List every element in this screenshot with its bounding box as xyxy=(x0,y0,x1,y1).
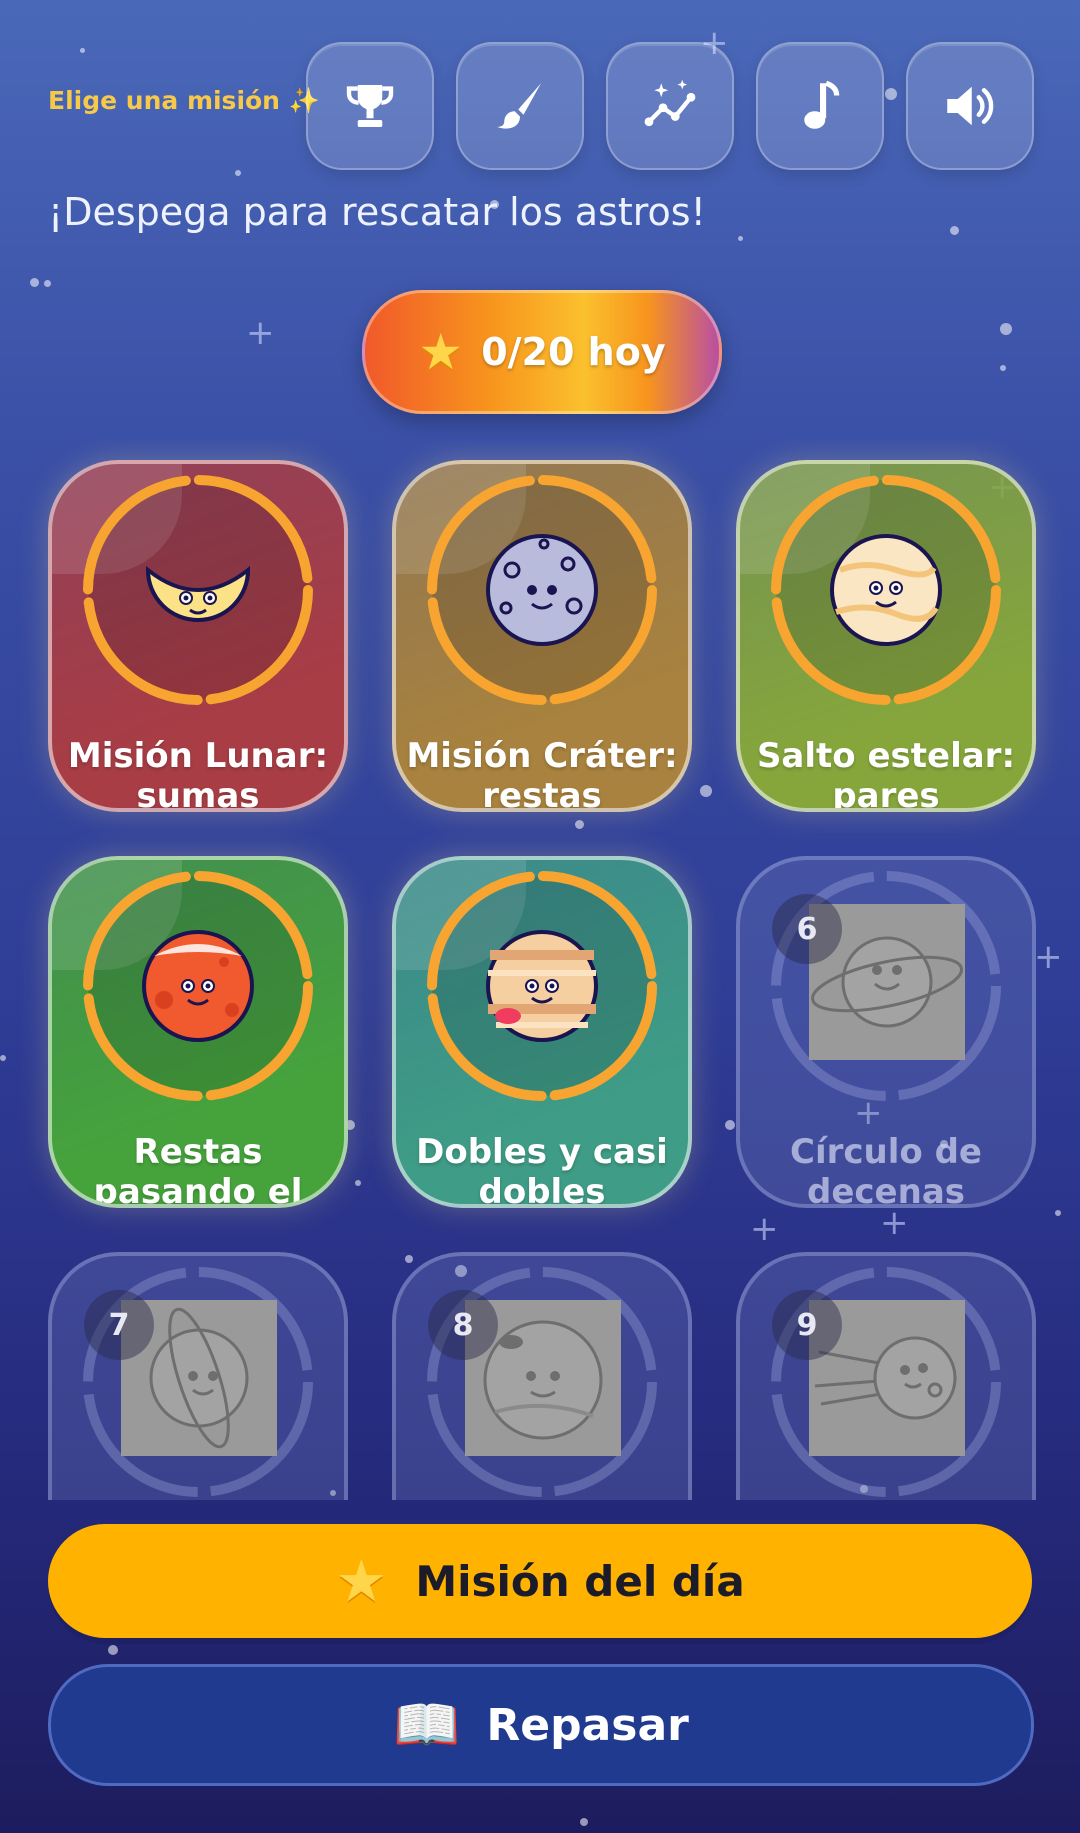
star-icon: ★ xyxy=(418,323,464,381)
mission-grid: Misión Lunar: sumas Misión Cráter: resta… xyxy=(0,440,1080,1500)
mission-card-6-locked[interactable]: 6 Círculo de decenas xyxy=(736,856,1036,1208)
sound-button[interactable] xyxy=(906,42,1034,170)
daily-progress-pill: ★ 0/20 hoy xyxy=(362,290,722,414)
review-label: Repasar xyxy=(486,1699,689,1751)
mission-title: Restas pasando el xyxy=(93,1132,303,1208)
mission-title: Salto estelar: pares xyxy=(756,736,1016,812)
subtitle: ¡Despega para rescatar los astros! xyxy=(48,190,706,234)
mission-card-4[interactable]: Restas pasando el xyxy=(48,856,348,1208)
mission-card-3[interactable]: Salto estelar: pares xyxy=(736,460,1036,812)
mission-card-1[interactable]: Misión Lunar: sumas xyxy=(48,460,348,812)
music-note-icon xyxy=(804,80,840,129)
constellation-button[interactable] xyxy=(606,42,734,170)
mission-card-8-locked[interactable]: 8 xyxy=(392,1252,692,1500)
paintbrush-icon xyxy=(497,83,541,129)
jupiter-icon xyxy=(486,930,598,1042)
paint-button[interactable] xyxy=(456,42,584,170)
review-button[interactable]: 📖 Repasar xyxy=(48,1664,1034,1786)
crater-moon-icon xyxy=(486,534,598,646)
daily-mission-button[interactable]: ★ Misión del día xyxy=(48,1524,1032,1638)
mission-title: Misión Lunar: sumas xyxy=(67,736,329,812)
moon-icon xyxy=(145,565,251,622)
book-icon: 📖 xyxy=(393,1693,461,1756)
mission-number-badge: 6 xyxy=(772,894,842,964)
mission-title: Dobles y casi dobles xyxy=(416,1132,668,1208)
mission-card-7-locked[interactable]: 7 xyxy=(48,1252,348,1500)
mission-number-badge: 8 xyxy=(428,1290,498,1360)
music-button[interactable] xyxy=(756,42,884,170)
star-icon: ★ xyxy=(335,1547,388,1615)
mars-icon xyxy=(142,930,254,1042)
mission-card-9-locked[interactable]: 9 xyxy=(736,1252,1036,1500)
mission-number-badge: 9 xyxy=(772,1290,842,1360)
progress-text: 0/20 hoy xyxy=(481,330,666,374)
mission-title: Misión Cráter: restas xyxy=(406,736,678,812)
volume-icon xyxy=(947,86,994,126)
mission-card-2[interactable]: Misión Cráter: restas xyxy=(392,460,692,812)
mission-label: Elige una misión ✨ xyxy=(48,86,320,115)
mission-title: Círculo de decenas xyxy=(790,1132,982,1208)
mission-card-5[interactable]: Dobles y casi dobles xyxy=(392,856,692,1208)
trophy-button[interactable] xyxy=(306,42,434,170)
venus-icon xyxy=(830,534,942,646)
trophy-icon xyxy=(346,85,394,127)
mission-number-badge: 7 xyxy=(84,1290,154,1360)
daily-mission-label: Misión del día xyxy=(415,1556,745,1606)
constellation-icon xyxy=(644,79,696,127)
